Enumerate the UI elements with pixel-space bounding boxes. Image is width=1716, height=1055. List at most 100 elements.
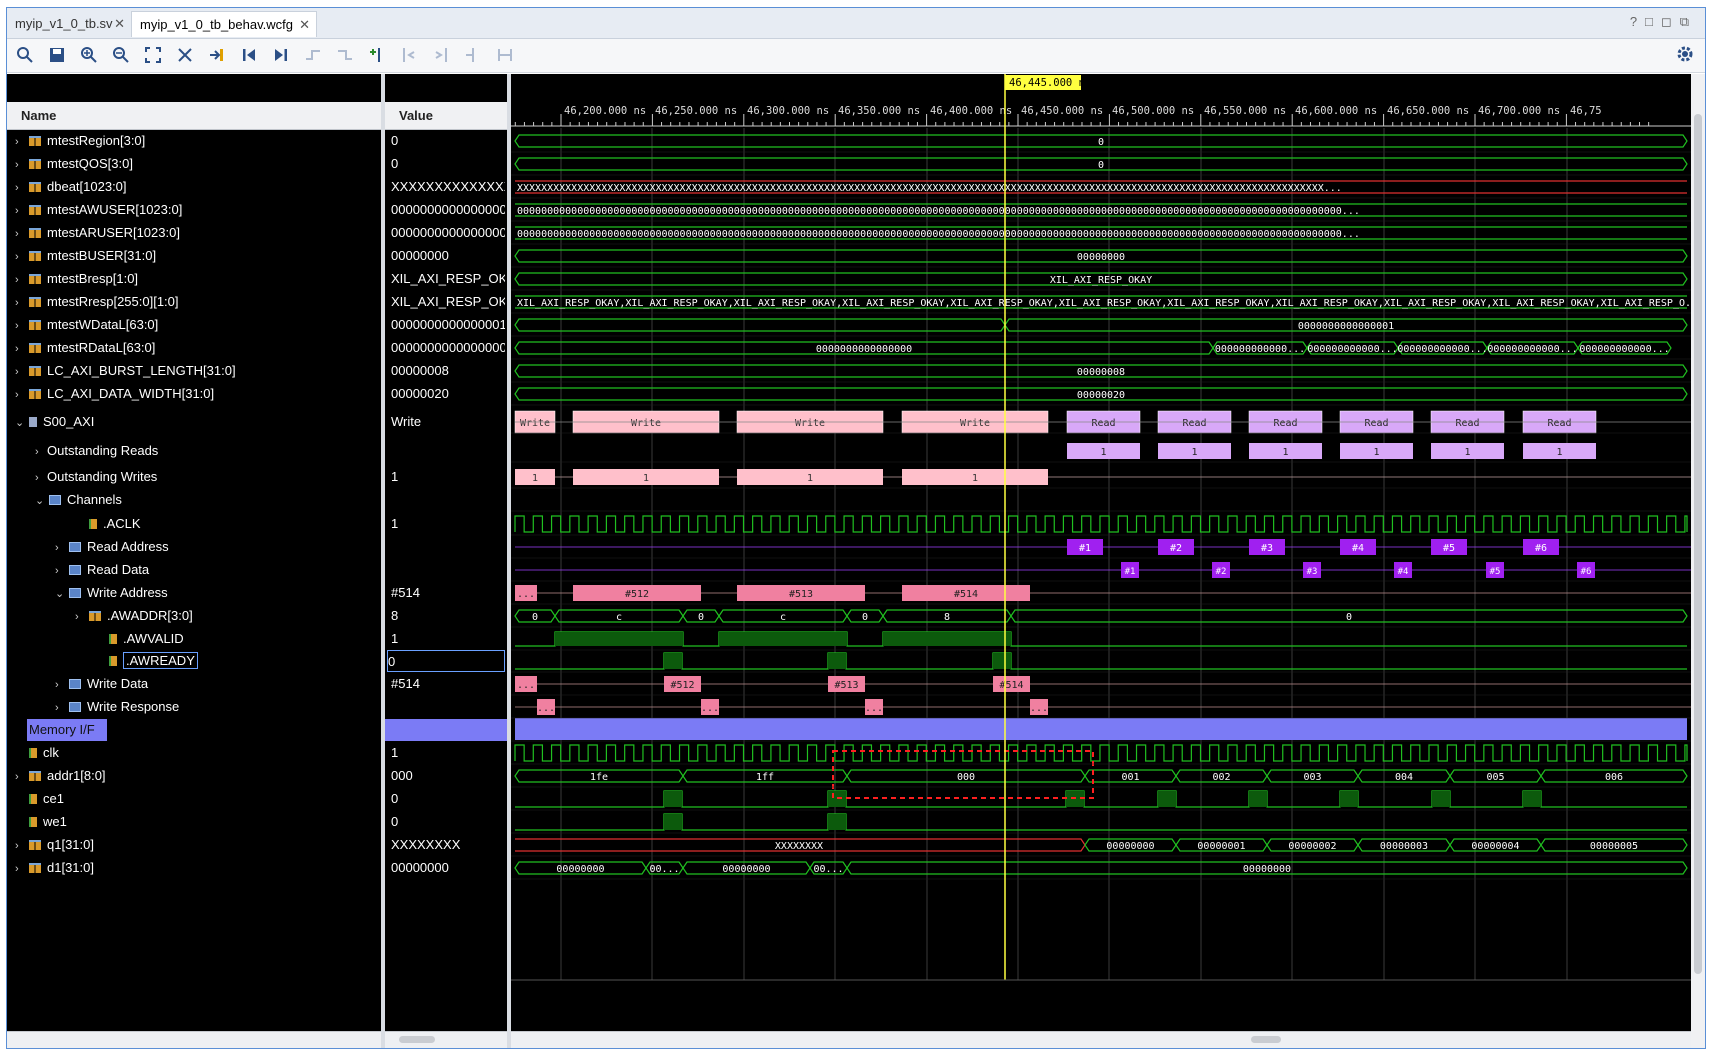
search-icon[interactable]: [13, 43, 37, 67]
signal-row-addr1-8-0[interactable]: › addr1[8:0]: [7, 765, 106, 787]
chevron-down-icon[interactable]: ⌄: [15, 412, 27, 434]
zoom-fit-icon[interactable]: [141, 43, 165, 67]
go-to-start-icon[interactable]: [237, 43, 261, 67]
signal-row-outstanding-writes[interactable]: › Outstanding Writes: [7, 466, 157, 488]
chevron-right-icon[interactable]: ›: [15, 154, 27, 176]
write-transaction-label: Write: [520, 418, 550, 429]
go-to-cursor-icon[interactable]: [205, 43, 229, 67]
scrollbar-thumb[interactable]: [1251, 1036, 1281, 1043]
signal-row-clk[interactable]: clk: [7, 742, 59, 764]
read-address-label: #1: [1079, 543, 1091, 554]
chevron-right-icon[interactable]: ›: [15, 338, 27, 360]
restore-icon[interactable]: ⧉: [1680, 14, 1697, 29]
chevron-right-icon[interactable]: ›: [15, 766, 27, 788]
signal-row-lc-axi-burst-length-31-0[interactable]: › LC_AXI_BURST_LENGTH[31:0]: [7, 360, 236, 382]
signal-row-d1-31-0[interactable]: › d1[31:0]: [7, 857, 94, 879]
next-transition-icon[interactable]: [333, 43, 357, 67]
signal-row-q1-31-0[interactable]: › q1[31:0]: [7, 834, 94, 856]
tab-wave-config[interactable]: myip_v1_0_tb_behav.wcfg ✕: [131, 11, 317, 37]
signal-row-ce1[interactable]: ce1: [7, 788, 64, 810]
chevron-right-icon[interactable]: ›: [15, 246, 27, 268]
chevron-right-icon[interactable]: ›: [35, 441, 47, 463]
signal-row-mtestrresp-255-0-1-0[interactable]: › mtestRresp[255:0][1:0]: [7, 291, 179, 313]
zoom-in-icon[interactable]: [77, 43, 101, 67]
chevron-right-icon[interactable]: ›: [15, 223, 27, 245]
chevron-down-icon[interactable]: ⌄: [55, 583, 67, 605]
signal-row-we1[interactable]: we1: [7, 811, 67, 833]
signal-row-write-address[interactable]: ⌄ Write Address: [7, 582, 168, 604]
signal-row-channels[interactable]: ⌄ Channels: [7, 489, 122, 511]
wave-awaddr-label: c: [780, 612, 786, 623]
signal-row-mtestregion-3-0[interactable]: › mtestRegion[3:0]: [7, 130, 145, 152]
chevron-right-icon[interactable]: ›: [55, 674, 67, 696]
signal-row-mtestbresp-1-0[interactable]: › mtestBresp[1:0]: [7, 268, 138, 290]
minimize-icon[interactable]: □: [1645, 14, 1661, 29]
chevron-right-icon[interactable]: ›: [15, 835, 27, 857]
close-icon[interactable]: ✕: [299, 12, 310, 38]
previous-marker-icon[interactable]: [397, 43, 421, 67]
signal-row-read-data[interactable]: › Read Data: [7, 559, 149, 581]
outstanding-write-label: 1: [807, 473, 813, 484]
value-column-header[interactable]: Value: [385, 102, 507, 130]
chevron-down-icon[interactable]: ⌄: [35, 490, 47, 512]
waveform-hscrollbar[interactable]: [511, 1031, 1691, 1048]
previous-transition-icon[interactable]: [301, 43, 325, 67]
wave-q1-label: 00000003: [1380, 841, 1428, 852]
add-marker-icon[interactable]: [365, 43, 389, 67]
scrollbar-thumb[interactable]: [399, 1036, 435, 1043]
chevron-right-icon[interactable]: ›: [15, 361, 27, 383]
wave-ce1-high: [1340, 791, 1358, 807]
chevron-right-icon[interactable]: ›: [15, 384, 27, 406]
waveform-toolbar: [7, 39, 1705, 73]
signal-row-awaddr-3-0[interactable]: › .AWADDR[3:0]: [7, 605, 193, 627]
waveform-vscrollbar[interactable]: [1691, 74, 1705, 1048]
chevron-right-icon[interactable]: ›: [75, 606, 87, 628]
maximize-icon[interactable]: ◻: [1661, 14, 1680, 29]
swap-cursors-icon[interactable]: [461, 43, 485, 67]
signal-row-mtestqos-3-0[interactable]: › mtestQOS[3:0]: [7, 153, 133, 175]
signal-row-lc-axi-data-width-31-0[interactable]: › LC_AXI_DATA_WIDTH[31:0]: [7, 383, 214, 405]
signal-row-dbeat-1023-0[interactable]: › dbeat[1023:0]: [7, 176, 127, 198]
signal-row-mtestaruser-1023-0[interactable]: › mtestARUSER[1023:0]: [7, 222, 180, 244]
chevron-right-icon[interactable]: ›: [55, 560, 67, 582]
next-marker-icon[interactable]: [429, 43, 453, 67]
signal-row-mtestbuser-31-0[interactable]: › mtestBUSER[31:0]: [7, 245, 156, 267]
tab-testbench-source[interactable]: myip_v1_0_tb.sv ✕: [7, 11, 131, 37]
chevron-right-icon[interactable]: ›: [15, 200, 27, 222]
chevron-right-icon[interactable]: ›: [15, 177, 27, 199]
scrollbar-thumb[interactable]: [1694, 114, 1702, 974]
value-pane-hscrollbar[interactable]: [385, 1031, 507, 1048]
chevron-right-icon[interactable]: ›: [55, 697, 67, 719]
chevron-right-icon[interactable]: ›: [15, 315, 27, 337]
go-to-end-icon[interactable]: [269, 43, 293, 67]
signal-row-mtestrdatal-63-0[interactable]: › mtestRDataL[63:0]: [7, 337, 155, 359]
waveform-canvas[interactable]: 46,200.000 ns 46,250.000 ns 46,300.000 ns 4…: [511, 74, 1691, 1032]
snap-to-transition-icon[interactable]: [493, 43, 517, 67]
chevron-right-icon[interactable]: ›: [55, 537, 67, 559]
waveform-pane[interactable]: 46,200.000 ns 46,250.000 ns 46,300.000 ns 4…: [511, 74, 1705, 1048]
signal-row-s00-axi[interactable]: ⌄ S00_AXI: [7, 411, 94, 433]
zoom-cursor-icon[interactable]: [173, 43, 197, 67]
signal-row-mtestawuser-1023-0[interactable]: › mtestAWUSER[1023:0]: [7, 199, 182, 221]
chevron-right-icon[interactable]: ›: [15, 858, 27, 880]
help-icon[interactable]: ?: [1630, 14, 1645, 29]
signal-row-outstanding-reads[interactable]: › Outstanding Reads: [7, 440, 158, 462]
zoom-out-icon[interactable]: [109, 43, 133, 67]
signal-row-write-data[interactable]: › Write Data: [7, 673, 148, 695]
close-icon[interactable]: ✕: [114, 11, 125, 37]
signal-row-awvalid[interactable]: .AWVALID: [7, 628, 184, 650]
signal-row-write-response[interactable]: › Write Response: [7, 696, 179, 718]
chevron-right-icon[interactable]: ›: [15, 131, 27, 153]
chevron-right-icon[interactable]: ›: [15, 269, 27, 291]
chevron-right-icon[interactable]: ›: [35, 467, 47, 489]
signal-row-awready[interactable]: .AWREADY: [7, 650, 198, 672]
gear-icon[interactable]: [1675, 44, 1697, 66]
save-icon[interactable]: [45, 43, 69, 67]
chevron-right-icon[interactable]: ›: [15, 292, 27, 314]
signal-row-mtestwdatal-63-0[interactable]: › mtestWDataL[63:0]: [7, 314, 158, 336]
wave-awuser-label: 0000000000000000000000000000000000000000…: [517, 206, 1360, 217]
signal-row-read-address[interactable]: › Read Address: [7, 536, 169, 558]
name-column-header[interactable]: Name: [7, 102, 381, 130]
signal-row-aclk[interactable]: .ACLK: [7, 513, 141, 535]
signal-row-memory-i-f[interactable]: Memory I/F: [27, 719, 107, 741]
